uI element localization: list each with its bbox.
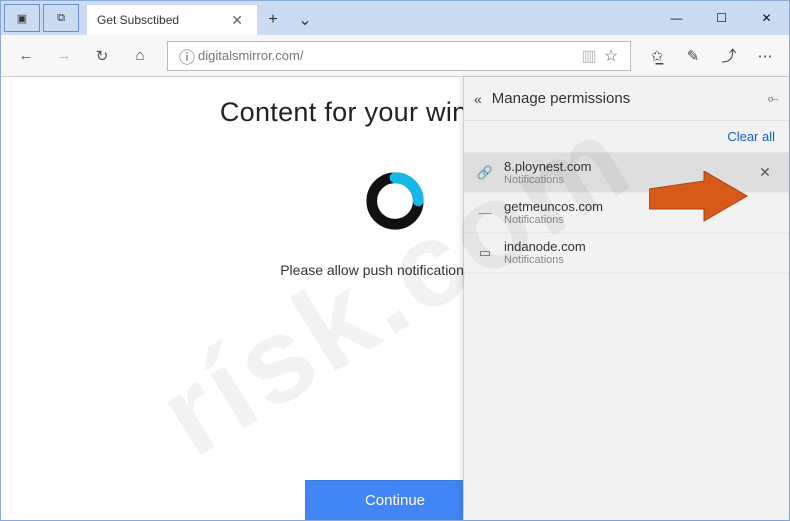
share-button[interactable]: ⤴ [713,39,745,73]
tab-title: Get Subsctibed [97,13,227,27]
url-input[interactable] [198,48,578,63]
panel-title: Manage permissions [492,90,768,107]
forward-button[interactable]: → [47,39,81,73]
home-button[interactable]: ⌂ [123,39,157,73]
address-bar[interactable]: ⓘ ▥ ☆ [167,41,631,71]
pointer-arrow-icon [649,171,749,231]
reading-view-icon[interactable]: ▥ [578,46,600,66]
browser-tab[interactable]: Get Subsctibed ✕ [87,5,257,35]
permission-domain: indanode.com [504,239,777,254]
panel-pin-icon[interactable]: ⟜ [768,90,779,107]
clear-all-link[interactable]: Clear all [727,129,775,144]
favorites-button[interactable]: ✩̲ [641,39,673,73]
back-button[interactable]: ← [9,39,43,73]
refresh-button[interactable]: ↻ [85,39,119,73]
site-info-icon[interactable]: ⓘ [176,44,198,68]
site-card-icon: ▭ [476,244,494,262]
panel-back-icon[interactable]: « [474,91,482,107]
window-minimize-button[interactable]: — [654,1,699,35]
tabs-aside-icon[interactable]: ⧉ [43,4,79,32]
permissions-panel: « Manage permissions ⟜ Clear all 🔗 8.plo… [463,77,789,520]
notes-button[interactable]: ✎ [677,39,709,73]
window-close-button[interactable]: ✕ [744,1,789,35]
settings-button[interactable]: ⋯ [749,39,781,73]
site-link-icon: — [476,204,494,222]
permission-item[interactable]: ▭ indanode.com Notifications [464,233,789,273]
site-link-icon: 🔗 [476,164,494,182]
loading-spinner-icon [364,170,426,232]
sidebar-toggle-icon[interactable]: ▣ [4,4,40,32]
tab-dropdown-icon[interactable]: ⌄ [289,5,321,35]
remove-permission-icon[interactable]: ✕ [753,164,777,181]
favorite-icon[interactable]: ☆ [600,46,622,66]
permission-type: Notifications [504,254,777,266]
continue-button[interactable]: Continue [305,480,485,520]
new-tab-button[interactable]: + [257,5,289,35]
tab-close-icon[interactable]: ✕ [227,12,247,29]
window-titlebar: ▣ ⧉ Get Subsctibed ✕ + ⌄ — ☐ ✕ [1,1,789,35]
window-maximize-button[interactable]: ☐ [699,1,744,35]
browser-toolbar: ← → ↻ ⌂ ⓘ ▥ ☆ ✩̲ ✎ ⤴ ⋯ [1,35,789,77]
